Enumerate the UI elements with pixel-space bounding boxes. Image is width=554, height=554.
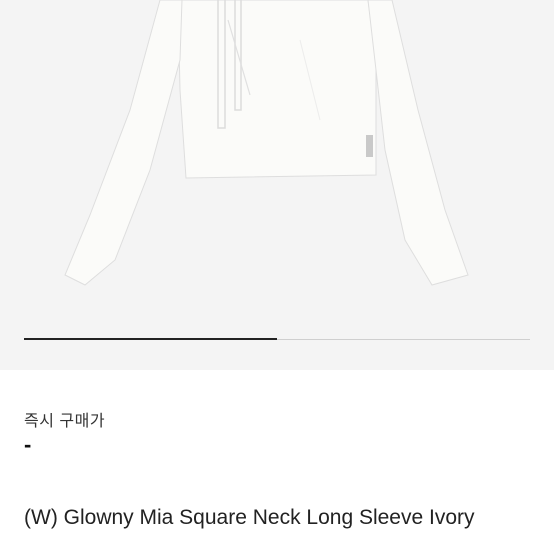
image-carousel-progress-track[interactable] xyxy=(24,338,530,340)
product-image[interactable] xyxy=(0,0,554,370)
product-title: (W) Glowny Mia Square Neck Long Sleeve I… xyxy=(24,506,475,529)
instant-buy-price-label: 즉시 구매가 xyxy=(24,413,106,430)
image-carousel-progress-bar xyxy=(24,338,277,340)
instant-buy-price-value: - xyxy=(24,432,32,457)
garment-illustration xyxy=(64,0,469,286)
